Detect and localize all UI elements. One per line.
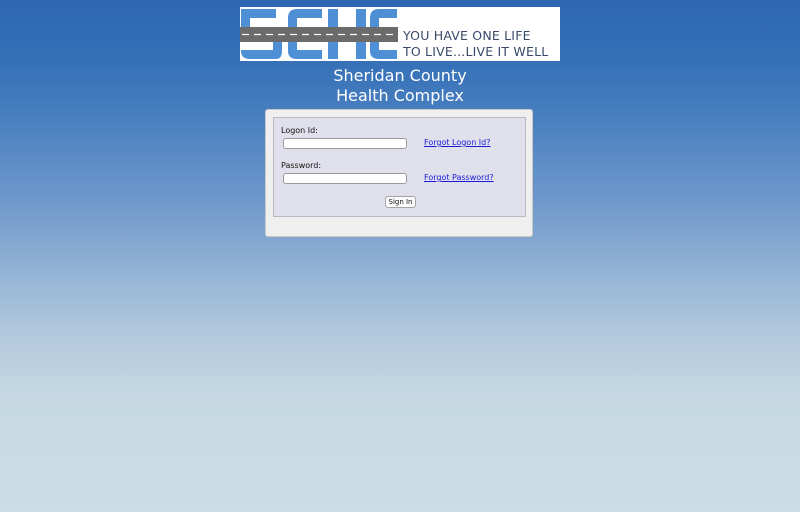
logon-id-label: Logon Id: (281, 126, 318, 135)
logo-tagline-line1: YOU HAVE ONE LIFE (403, 28, 531, 43)
organization-name-line1: Sheridan County (333, 66, 467, 85)
schc-logo: YOU HAVE ONE LIFE TO LIVE...LIVE IT WELL (240, 7, 560, 61)
logo-tagline: YOU HAVE ONE LIFE TO LIVE...LIVE IT WELL (403, 28, 548, 60)
sign-in-button[interactable]: Sign In (385, 196, 416, 208)
logo-tagline-line2: TO LIVE...LIVE IT WELL (403, 44, 549, 59)
forgot-password-link[interactable]: Forgot Password? (424, 173, 494, 182)
login-form: Logon Id: Forgot Logon Id? Password: For… (273, 117, 526, 217)
password-input[interactable] (283, 173, 407, 184)
organization-title: Sheridan County Health Complex (0, 66, 800, 106)
forgot-logon-id-link[interactable]: Forgot Logon Id? (424, 138, 491, 147)
logon-id-input[interactable] (283, 138, 407, 149)
password-label: Password: (281, 161, 322, 170)
login-panel: Logon Id: Forgot Logon Id? Password: For… (265, 109, 533, 237)
organization-name-line2: Health Complex (336, 86, 464, 105)
